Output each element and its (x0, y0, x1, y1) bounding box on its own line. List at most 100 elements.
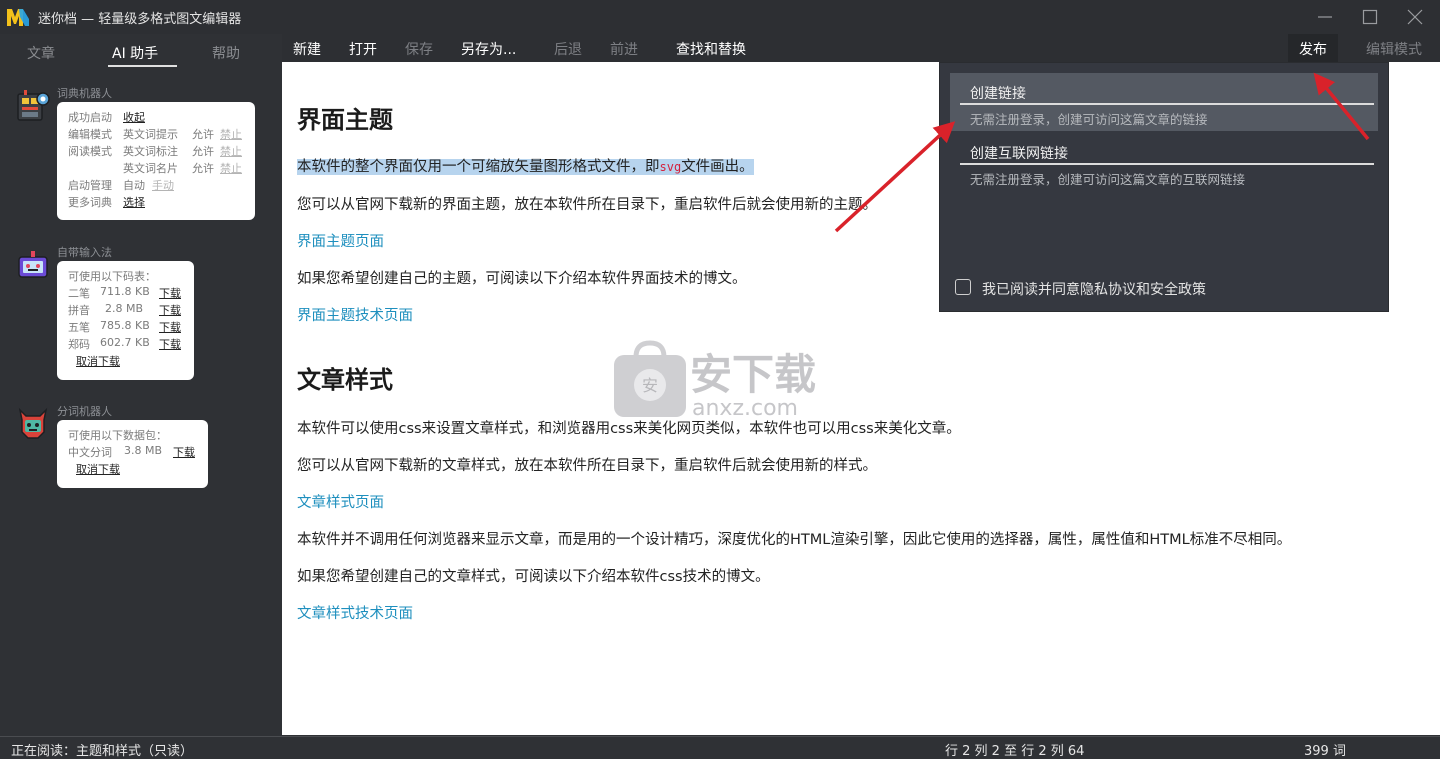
ime-table-size: 602.7 KB (100, 336, 150, 349)
read-allow-card[interactable]: 允许 (192, 160, 214, 176)
active-tab-indicator (108, 65, 177, 67)
more-dict-label: 更多词典 (68, 196, 112, 209)
close-button[interactable] (1392, 0, 1438, 34)
segmentation-robot-icon (18, 407, 48, 439)
style-page-link[interactable]: 文章样式页面 (297, 491, 384, 512)
app-logo-icon (6, 7, 30, 27)
toolbar: 新建 打开 保存 另存为... 后退 前进 查找和替换 发布 编辑模式 (282, 34, 1440, 62)
window-title: 迷你档 — 轻量级多格式图文编辑器 (38, 12, 242, 27)
close-icon (1407, 9, 1423, 25)
menu-item-underline (960, 103, 1374, 105)
reading-status: 正在阅读：主题和样式（只读） (11, 744, 194, 759)
seg-cancel-download-link[interactable]: 取消下载 (76, 461, 120, 477)
forward-button[interactable]: 前进 (610, 39, 638, 59)
segmentation-card: 可使用以下数据包： 中文分词 3.8 MB 下载 取消下载 (57, 420, 208, 488)
theme-page-link[interactable]: 界面主题页面 (297, 230, 384, 251)
dictionary-robot-card: 成功启动 收起 编辑模式 英文词提示 允许 禁止 阅读模式 英文词标注 允许 禁… (57, 102, 255, 220)
seg-download-link[interactable]: 下载 (173, 444, 195, 460)
ime-table-size: 2.8 MB (105, 302, 144, 315)
ime-table-name: 拼音 (68, 304, 90, 317)
publish-menu: 创建链接 无需注册登录，创建可访问这篇文章的链接 创建互联网链接 无需注册登录，… (939, 62, 1389, 312)
maximize-icon (1362, 9, 1378, 25)
paragraph-theme-custom: 如果您希望创建自己的主题，可阅读以下介绍本软件界面技术的博文。 (297, 271, 747, 287)
ime-table-size: 711.8 KB (100, 285, 150, 298)
seg-package-size: 3.8 MB (124, 444, 163, 457)
heading-theme: 界面主题 (297, 106, 393, 134)
menu-item-create-internet-link[interactable]: 创建互联网链接 无需注册登录，创建可访问这篇文章的互联网链接 (950, 133, 1378, 191)
seg-package-name: 中文分词 (68, 446, 112, 459)
read-deny-card-link[interactable]: 禁止 (220, 160, 242, 176)
save-button[interactable]: 保存 (405, 39, 433, 59)
menu-item-title: 创建链接 (970, 86, 1026, 102)
edit-deny-link[interactable]: 禁止 (220, 126, 242, 142)
tab-help[interactable]: 帮助 (212, 43, 240, 63)
seg-intro: 可使用以下数据包： (68, 429, 167, 442)
edit-allow[interactable]: 允许 (192, 126, 214, 142)
read-feature-card: 英文词名片 (123, 162, 178, 175)
status-bar: 正在阅读：主题和样式（只读） 行 2 列 2 至 行 2 列 64 399 词 (0, 736, 1440, 759)
tab-article[interactable]: 文章 (27, 43, 55, 63)
ime-download-link[interactable]: 下载 (159, 302, 181, 318)
dictionary-robot-title: 词典机器人 (57, 87, 112, 100)
collapse-link[interactable]: 收起 (123, 109, 145, 125)
heading-style: 文章样式 (297, 366, 393, 394)
tab-ai-assistant[interactable]: AI 助手 (112, 43, 158, 63)
menu-item-underline (960, 163, 1374, 165)
watermark-logo: 安 安下载 anxz.com (614, 340, 816, 421)
paragraph-theme-intro: 本软件的整个界面仅用一个可缩放矢量图形格式文件，即svg文件画出。 (297, 155, 754, 176)
menu-item-title: 创建互联网链接 (970, 146, 1068, 162)
read-deny-annotate-link[interactable]: 禁止 (220, 143, 242, 159)
ime-download-link[interactable]: 下载 (159, 285, 181, 301)
ime-download-link[interactable]: 下载 (159, 319, 181, 335)
paragraph-style-download: 您可以从官网下载新的文章样式，放在本软件所在目录下，重启软件后就会使用新的样式。 (297, 458, 877, 474)
title-bar: 迷你档 — 轻量级多格式图文编辑器 (0, 0, 1440, 34)
ime-intro: 可使用以下码表： (68, 270, 156, 283)
inline-code: svg (659, 160, 682, 174)
ime-table-name: 二笔 (68, 287, 90, 300)
paragraph-theme-download: 您可以从官网下载新的界面主题，放在本软件所在目录下，重启软件后就会使用新的主题。 (297, 197, 877, 213)
status-label: 成功启动 (68, 111, 112, 124)
input-method-card: 可使用以下码表： 二笔 711.8 KB 下载 拼音 2.8 MB 下载 五笔 … (57, 261, 194, 380)
selection-highlight: 本软件的整个界面仅用一个可缩放矢量图形格式文件，即svg文件画出。 (297, 159, 754, 175)
paragraph-style-custom: 如果您希望创建自己的文章样式，可阅读以下介绍本软件css技术的博文。 (297, 569, 770, 585)
find-replace-button[interactable]: 查找和替换 (676, 39, 746, 59)
edit-mode-label: 编辑模式 (68, 128, 112, 141)
edit-mode-button[interactable]: 编辑模式 (1366, 39, 1422, 59)
agree-checkbox[interactable] (955, 279, 971, 295)
ime-table-name: 五笔 (68, 321, 90, 334)
publish-button[interactable]: 发布 (1299, 39, 1327, 59)
input-method-robot-icon (18, 251, 48, 278)
agree-checkbox-label[interactable]: 我已阅读并同意隐私协议和安全政策 (982, 279, 1206, 299)
app-window: 迷你档 — 轻量级多格式图文编辑器 文章 AI 助手 帮助 词典机器人 成功启动… (0, 0, 1440, 759)
paragraph-style-engine: 本软件并不调用任何浏览器来显示文章，而是用的一个设计精巧，深度优化的HTML渲染… (297, 532, 1292, 548)
startup-manual-link[interactable]: 手动 (152, 177, 174, 193)
sidebar: 文章 AI 助手 帮助 词典机器人 成功启动 收起 编辑模式 英文词提示 允许 … (0, 34, 281, 736)
open-button[interactable]: 打开 (349, 39, 377, 59)
segmentation-robot-title: 分词机器人 (57, 405, 112, 418)
menu-item-description: 无需注册登录，创建可访问这篇文章的互联网链接 (970, 172, 1246, 187)
read-allow-annotate[interactable]: 允许 (192, 143, 214, 159)
menu-item-description: 无需注册登录，创建可访问这篇文章的链接 (970, 112, 1208, 127)
minimize-button[interactable] (1302, 0, 1348, 34)
menu-item-create-link[interactable]: 创建链接 无需注册登录，创建可访问这篇文章的链接 (950, 73, 1378, 131)
cursor-position: 行 2 列 2 至 行 2 列 64 (945, 744, 1085, 759)
input-method-robot-title: 自带输入法 (57, 246, 112, 259)
paragraph-text: 本软件的整个界面仅用一个可缩放矢量图形格式文件，即 (297, 159, 660, 175)
new-button[interactable]: 新建 (293, 39, 321, 59)
word-count: 399 词 (1304, 744, 1346, 759)
theme-tech-link[interactable]: 界面主题技术页面 (297, 304, 413, 325)
paragraph-text: 文件画出。 (681, 159, 754, 175)
style-tech-link[interactable]: 文章样式技术页面 (297, 602, 413, 623)
edit-feature: 英文词提示 (123, 128, 178, 141)
watermark-text-cn: 安下载 (690, 350, 816, 399)
startup-auto[interactable]: 自动 (123, 177, 145, 193)
back-button[interactable]: 后退 (554, 39, 582, 59)
read-feature-annotate: 英文词标注 (123, 145, 178, 158)
select-dict-link[interactable]: 选择 (123, 194, 145, 210)
maximize-button[interactable] (1347, 0, 1393, 34)
startup-label: 启动管理 (68, 179, 112, 192)
watermark-badge: 安 (642, 376, 658, 395)
save-as-button[interactable]: 另存为... (461, 39, 516, 59)
ime-download-link[interactable]: 下载 (159, 336, 181, 352)
ime-cancel-download-link[interactable]: 取消下载 (76, 353, 120, 369)
